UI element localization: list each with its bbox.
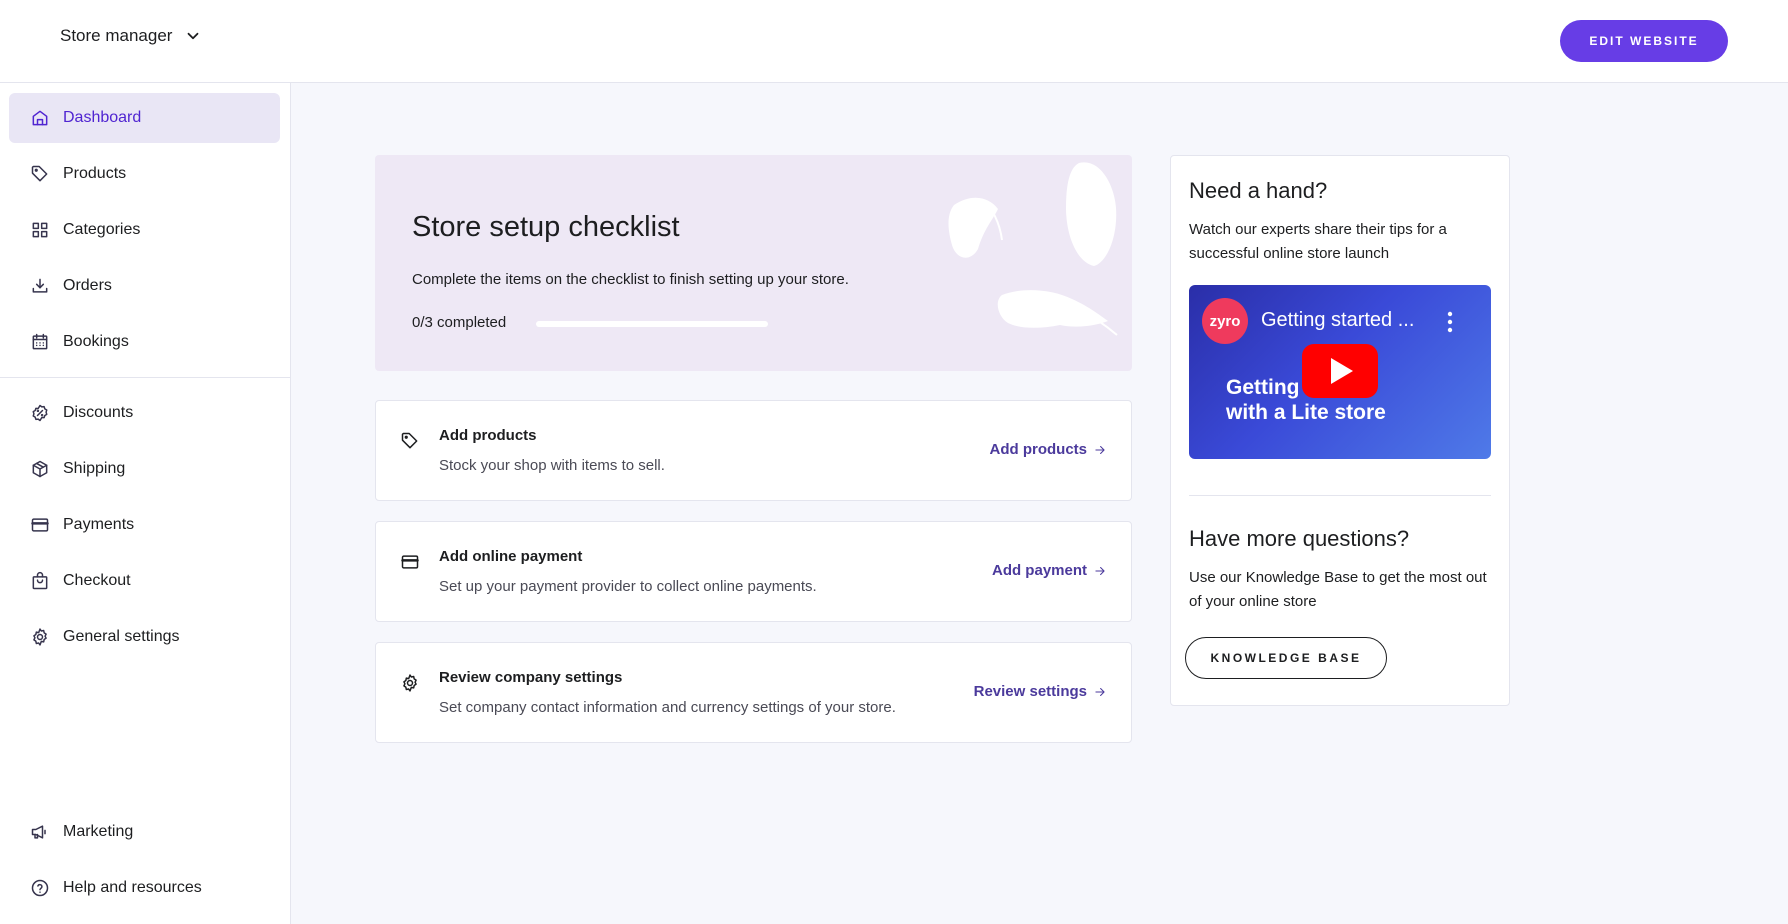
checklist-progress-label: 0/3 completed bbox=[412, 314, 507, 331]
play-button-icon[interactable] bbox=[1302, 344, 1378, 398]
top-header: Store manager EDIT WEBSITE bbox=[0, 0, 1788, 83]
sidebar-item-label: Discounts bbox=[63, 404, 134, 421]
sidebar-item-orders[interactable]: Orders bbox=[9, 261, 280, 311]
sidebar-item-label: Shipping bbox=[63, 460, 126, 477]
sidebar-divider bbox=[0, 377, 290, 378]
task-description: Set up your payment provider to collect … bbox=[439, 578, 817, 595]
sidebar-item-label: Categories bbox=[63, 221, 141, 238]
task-title: Add products bbox=[439, 427, 537, 444]
knowledge-base-button[interactable]: KNOWLEDGE BASE bbox=[1185, 637, 1387, 679]
tag-icon bbox=[400, 431, 420, 451]
sidebar-item-label: Checkout bbox=[63, 572, 131, 589]
edit-website-button[interactable]: EDIT WEBSITE bbox=[1560, 20, 1728, 62]
sidebar-item-categories[interactable]: Categories bbox=[9, 205, 280, 255]
sidebar-item-shipping[interactable]: Shipping bbox=[9, 444, 280, 494]
credit-card-icon bbox=[400, 552, 420, 572]
checklist-description: Complete the items on the checklist to f… bbox=[412, 271, 849, 288]
video-thumbnail[interactable]: zyro Getting started ... Getting with a … bbox=[1189, 285, 1491, 459]
store-manager-label: Store manager bbox=[60, 26, 173, 45]
shopping-bag-icon bbox=[29, 570, 51, 592]
home-icon bbox=[29, 107, 51, 129]
leaf-illustration bbox=[948, 162, 1118, 336]
sidebar-item-label: Orders bbox=[63, 277, 112, 294]
task-link-label: Add products bbox=[989, 441, 1088, 458]
gear-icon bbox=[29, 626, 51, 648]
help-panel: Need a hand? Watch our experts share the… bbox=[1170, 155, 1510, 706]
help-divider bbox=[1189, 495, 1491, 496]
task-title: Review company settings bbox=[439, 669, 623, 686]
sidebar-item-label: General settings bbox=[63, 628, 180, 645]
tag-icon bbox=[29, 163, 51, 185]
store-setup-checklist-banner: Store setup checklist Complete the items… bbox=[375, 155, 1132, 371]
task-card-add-online-payment: Add online payment Set up your payment p… bbox=[375, 521, 1132, 622]
sidebar-item-label: Marketing bbox=[63, 823, 134, 840]
zyro-channel-logo: zyro bbox=[1202, 298, 1248, 344]
video-title: Getting started ... bbox=[1261, 309, 1415, 331]
download-icon bbox=[29, 275, 51, 297]
arrow-right-icon bbox=[1095, 566, 1105, 575]
megaphone-icon bbox=[29, 821, 51, 843]
task-title: Add online payment bbox=[439, 548, 583, 565]
add-products-link[interactable]: Add products bbox=[990, 441, 1108, 458]
discount-badge-icon bbox=[29, 402, 51, 424]
review-settings-link[interactable]: Review settings bbox=[974, 683, 1107, 700]
sidebar-item-bookings[interactable]: Bookings bbox=[9, 317, 280, 367]
sidebar-item-checkout[interactable]: Checkout bbox=[9, 556, 280, 606]
more-options-icon[interactable] bbox=[1447, 311, 1453, 333]
task-link-label: Add payment bbox=[991, 562, 1087, 579]
sidebar-item-discounts[interactable]: Discounts bbox=[9, 388, 280, 438]
sidebar-item-payments[interactable]: Payments bbox=[9, 500, 280, 550]
video-overlay-line2: with a Lite store bbox=[1226, 401, 1386, 424]
chevron-down-icon bbox=[188, 32, 199, 40]
sidebar-item-label: Payments bbox=[63, 516, 135, 533]
sidebar-item-help-and-resources[interactable]: Help and resources bbox=[9, 863, 280, 913]
checklist-progress-bar bbox=[536, 321, 768, 327]
more-questions-title: Have more questions? bbox=[1189, 526, 1410, 551]
arrow-right-icon bbox=[1095, 687, 1105, 696]
sidebar-item-products[interactable]: Products bbox=[9, 149, 280, 199]
need-a-hand-description: Watch our experts share their tips for a… bbox=[1189, 221, 1447, 262]
sidebar-item-general-settings[interactable]: General settings bbox=[9, 612, 280, 662]
grid-icon bbox=[29, 219, 51, 241]
gear-icon bbox=[400, 673, 420, 693]
checklist-title: Store setup checklist bbox=[412, 211, 680, 243]
arrow-right-icon bbox=[1095, 445, 1105, 454]
sidebar-item-marketing[interactable]: Marketing bbox=[9, 807, 280, 857]
box-icon bbox=[29, 458, 51, 480]
calendar-icon bbox=[29, 331, 51, 353]
sidebar-item-label: Bookings bbox=[63, 333, 129, 350]
need-a-hand-title: Need a hand? bbox=[1189, 178, 1328, 203]
task-description: Stock your shop with items to sell. bbox=[439, 457, 665, 474]
task-link-label: Review settings bbox=[973, 683, 1087, 700]
sidebar-item-dashboard[interactable]: Dashboard bbox=[9, 93, 280, 143]
sidebar-item-label: Help and resources bbox=[63, 879, 202, 896]
sidebar-item-label: Products bbox=[63, 165, 127, 182]
task-description: Set company contact information and curr… bbox=[439, 699, 896, 716]
sidebar: Dashboard Products Categories Orders Boo… bbox=[0, 83, 291, 924]
sidebar-item-label: Dashboard bbox=[63, 109, 142, 126]
store-manager-dropdown[interactable]: Store manager bbox=[60, 26, 202, 46]
credit-card-icon bbox=[29, 514, 51, 536]
task-card-review-company-settings: Review company settings Set company cont… bbox=[375, 642, 1132, 743]
task-card-add-products: Add products Stock your shop with items … bbox=[375, 400, 1132, 501]
help-circle-icon bbox=[29, 877, 51, 899]
more-questions-description: Use our Knowledge Base to get the most o… bbox=[1189, 569, 1487, 610]
add-payment-link[interactable]: Add payment bbox=[992, 562, 1107, 579]
